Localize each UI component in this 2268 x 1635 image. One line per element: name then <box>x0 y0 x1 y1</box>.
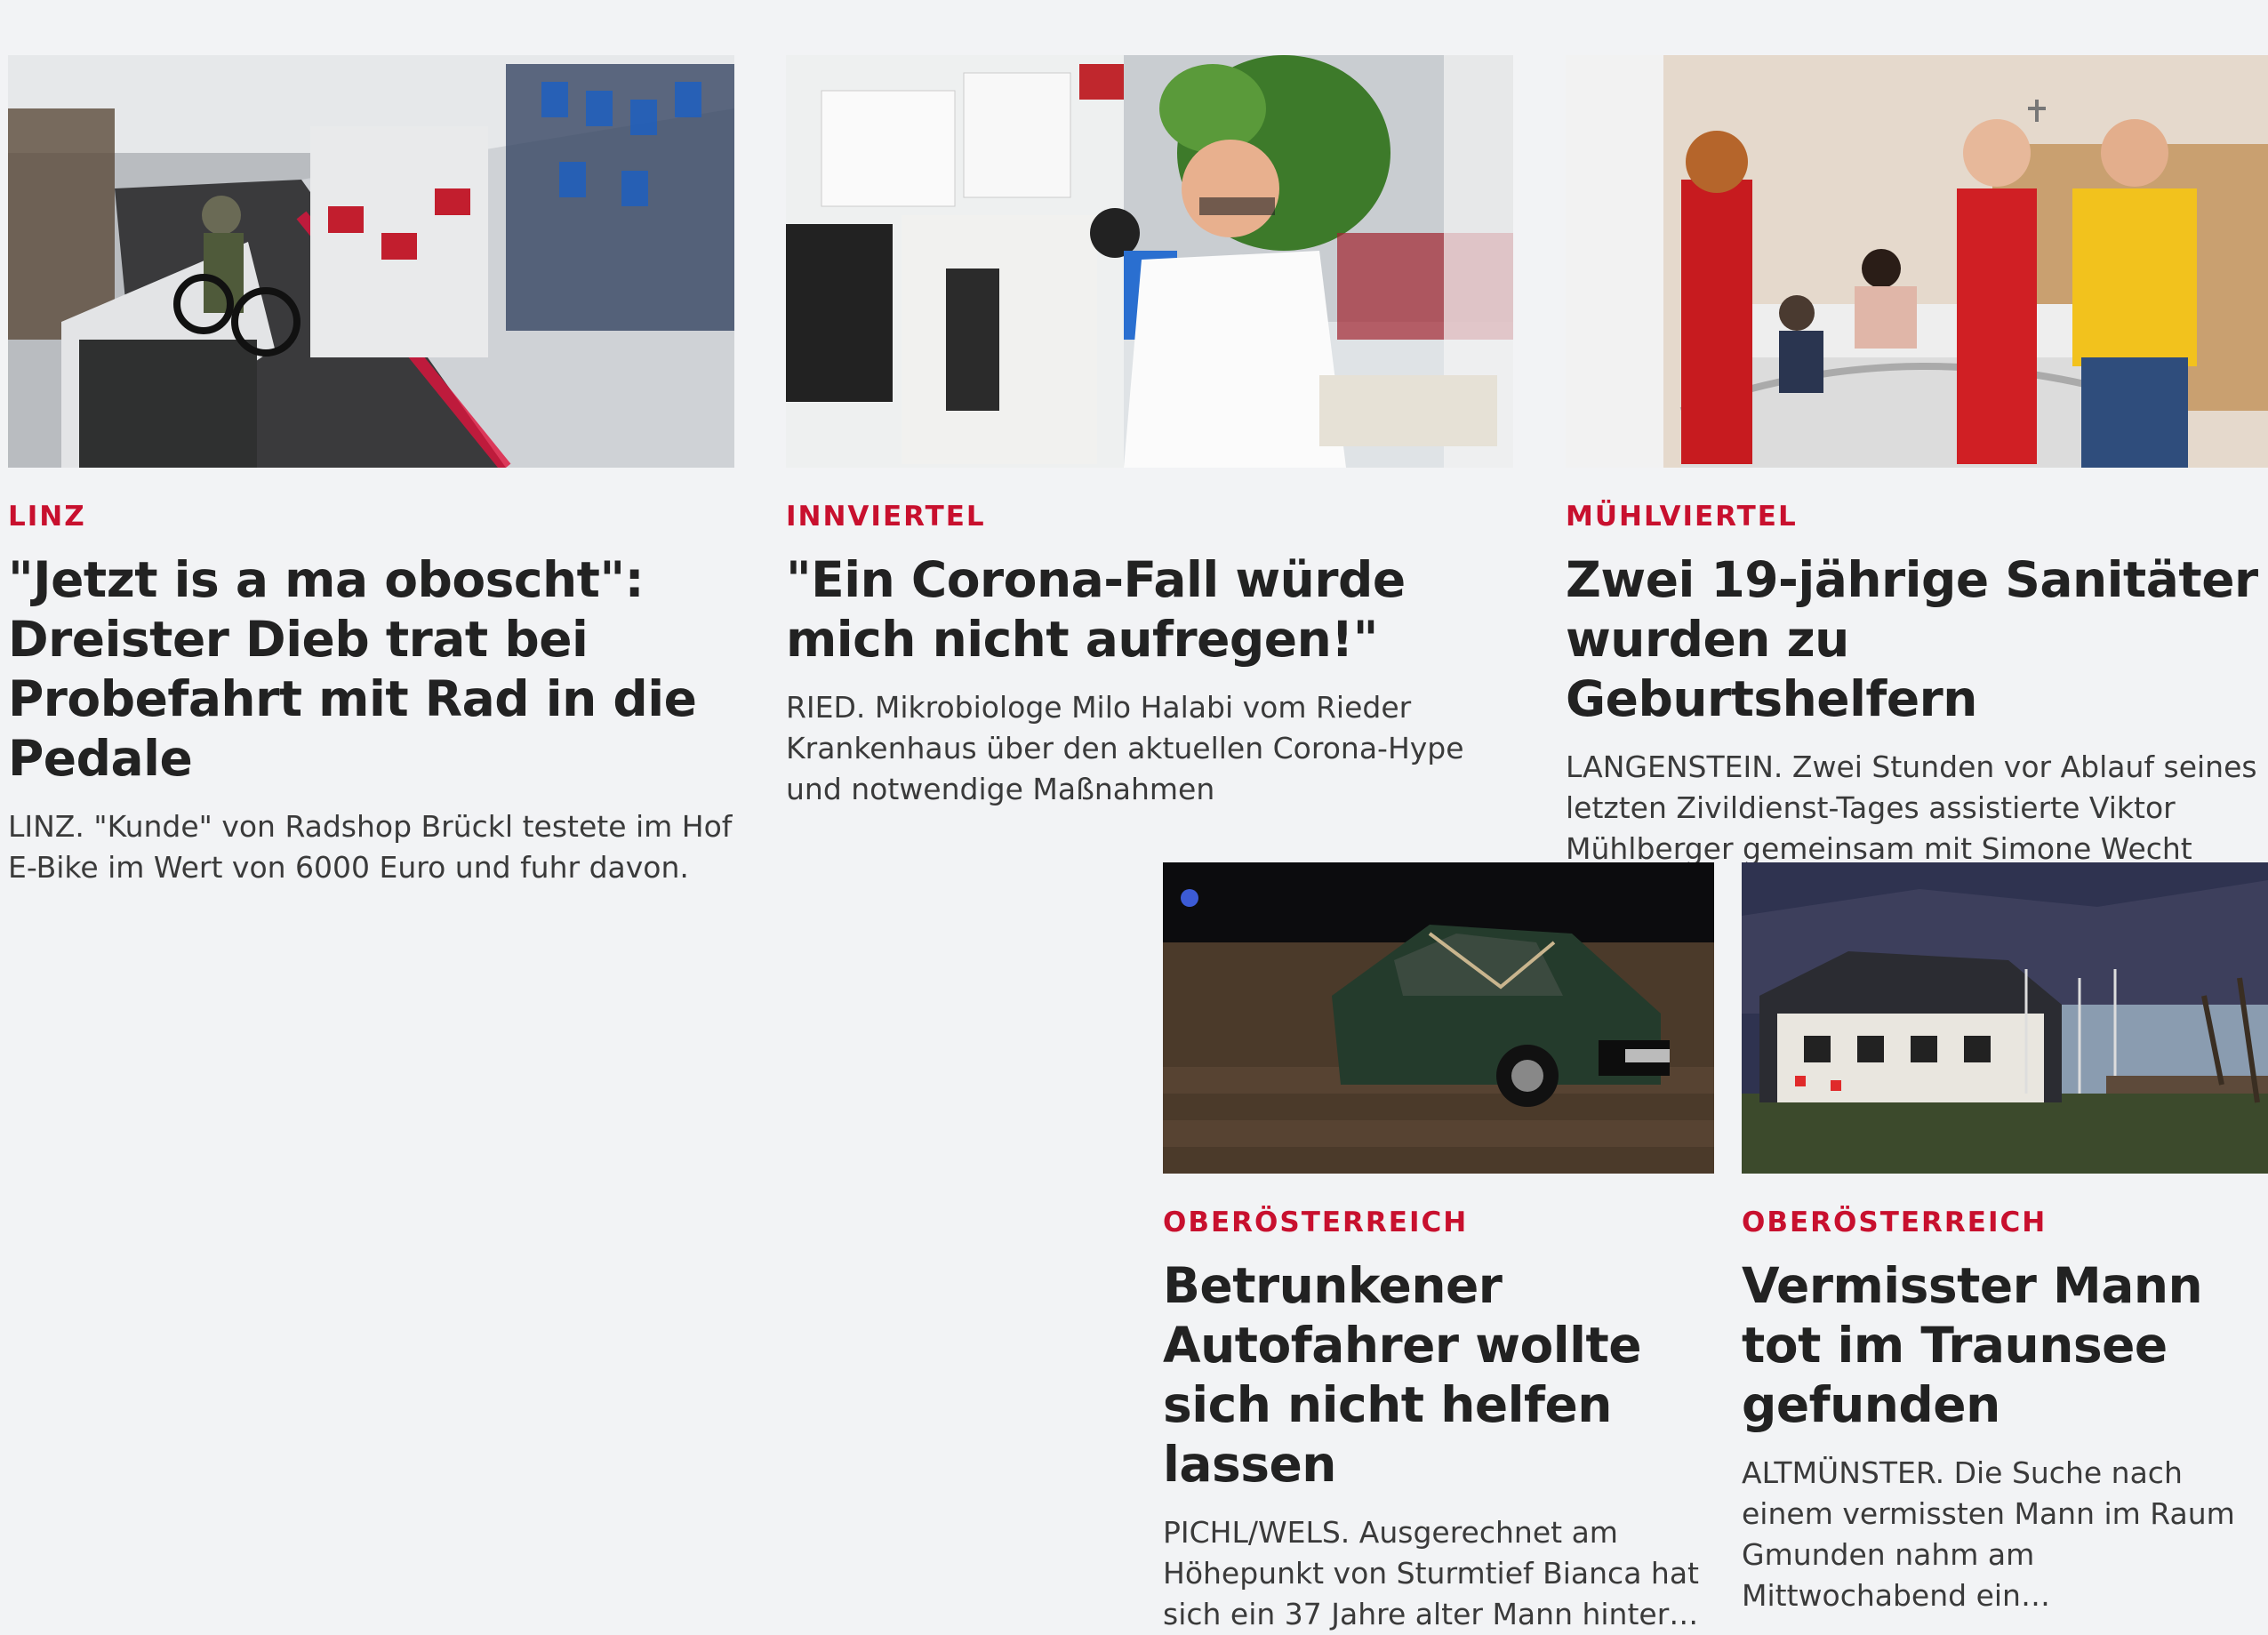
article-teaser[interactable]: ALTMÜNSTER. Die Suche nach einem vermiss… <box>1742 1453 2268 1616</box>
article-card-drunk-driver[interactable]: OBERÖSTERREICH Betrunkener Autofahrer wo… <box>1163 862 1714 1635</box>
article-headline[interactable]: Zwei 19-jährige Sanitäter wurden zu Gebu… <box>1566 550 2268 729</box>
article-headline[interactable]: Betrunkener Autofahrer wollte sich nicht… <box>1163 1256 1714 1495</box>
article-card-corona[interactable]: INNVIERTEL "Ein Corona-Fall würde mich n… <box>786 55 1513 810</box>
article-kicker[interactable]: INNVIERTEL <box>786 503 1513 531</box>
article-kicker[interactable]: OBERÖSTERREICH <box>1742 1209 2268 1237</box>
article-image-car-crash[interactable] <box>1163 862 1714 1174</box>
article-image-hospital-birth[interactable] <box>1566 55 2268 468</box>
article-card-traunsee[interactable]: OBERÖSTERREICH Vermisster Mann tot im Tr… <box>1742 862 2268 1616</box>
article-headline[interactable]: Vermisster Mann tot im Traunsee gefunden <box>1742 1256 2268 1435</box>
article-image-bike-shop[interactable] <box>8 55 734 468</box>
article-teaser[interactable]: RIED. Mikrobiologe Milo Halabi vom Riede… <box>786 687 1513 810</box>
article-kicker[interactable]: MÜHLVIERTEL <box>1566 503 2268 531</box>
article-card-bike-theft[interactable]: LINZ "Jetzt is a ma oboscht": Dreister D… <box>8 55 734 888</box>
article-image-lakeside[interactable] <box>1742 862 2268 1174</box>
article-kicker[interactable]: OBERÖSTERREICH <box>1163 1209 1714 1237</box>
article-kicker[interactable]: LINZ <box>8 503 734 531</box>
article-headline[interactable]: "Ein Corona-Fall würde mich nicht aufreg… <box>786 550 1513 669</box>
article-card-paramedics[interactable]: MÜHLVIERTEL Zwei 19-jährige Sanitäter wu… <box>1566 55 2268 910</box>
article-teaser[interactable]: LINZ. "Kunde" von Radshop Brückl testete… <box>8 806 734 888</box>
article-image-microbiologist[interactable] <box>786 55 1513 468</box>
article-headline[interactable]: "Jetzt is a ma oboscht": Dreister Dieb t… <box>8 550 734 789</box>
article-teaser[interactable]: PICHL/WELS. Ausgerechnet am Höhepunkt vo… <box>1163 1512 1714 1635</box>
